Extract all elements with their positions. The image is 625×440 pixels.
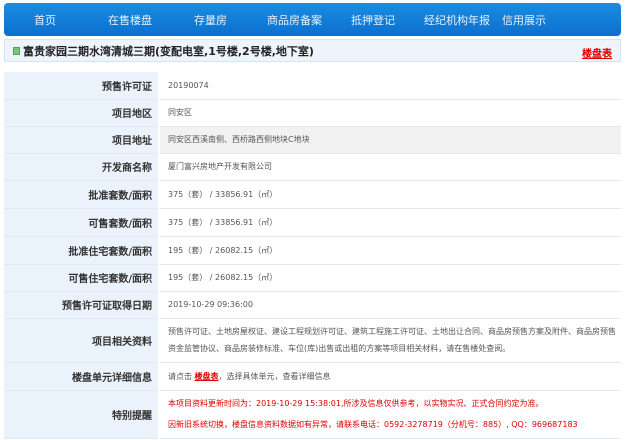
label: 特别提醒 bbox=[4, 390, 160, 439]
building-table-link[interactable]: 楼盘表 bbox=[582, 45, 612, 60]
label: 楼盘单元详细信息 bbox=[4, 362, 160, 391]
nav-home[interactable]: 首页 bbox=[34, 12, 56, 28]
value: 195（套） / 26082.15（㎡） bbox=[159, 236, 621, 265]
value: 预售许可证、土地房屋权证、建设工程规划许可证、建筑工程施工许可证、土地出让合同、… bbox=[159, 318, 621, 363]
label: 项目地址 bbox=[4, 126, 160, 154]
value: 本项目资料更新时间为：2019-10-29 15:38:01,所涉及信息仅供参考… bbox=[159, 390, 621, 439]
text: 请点击 bbox=[168, 371, 195, 381]
value: 375（套） / 33856.91（㎡） bbox=[159, 180, 621, 209]
value: 20190074 bbox=[159, 72, 621, 100]
update-notice: 本项目资料更新时间为：2019-10-29 15:38:01,所涉及信息仅供参考… bbox=[168, 399, 544, 408]
project-info-table: 预售许可证 20190074 项目地区 同安区 项目地址 同安区西溪南侧、西桥路西侧地… bbox=[4, 72, 621, 439]
text: ，选择具体单元，查看详细信息 bbox=[218, 371, 331, 381]
nav-on-sale[interactable]: 在售楼盘 bbox=[108, 12, 152, 28]
label: 项目相关资料 bbox=[4, 318, 160, 363]
nav-mortgage[interactable]: 抵押登记 bbox=[351, 12, 395, 28]
contact-notice: 因新旧系统切换，楼盘信息资料数据如有异常，请联系电话：0592-3278719（… bbox=[168, 420, 578, 429]
label: 项目地区 bbox=[4, 99, 160, 127]
nav-stock[interactable]: 存量房 bbox=[194, 12, 227, 28]
project-title-bar: 富贵家园三期水湾清城三期(变配电室,1号楼,2号楼,地下室) 楼盘表 bbox=[4, 39, 621, 62]
value: 375（套） / 33856.91（㎡） bbox=[159, 208, 621, 237]
value: 2019-10-29 09:36:00 bbox=[159, 291, 621, 319]
label: 可售套数/面积 bbox=[4, 208, 160, 237]
building-table-link-inline[interactable]: 楼盘表 bbox=[195, 372, 219, 381]
label: 批准住宅套数/面积 bbox=[4, 236, 160, 265]
value: 厦门富兴房地产开发有限公司 bbox=[159, 153, 621, 181]
label: 可售住宅套数/面积 bbox=[4, 264, 160, 292]
value: 195（套） / 26082.15（㎡） bbox=[159, 264, 621, 292]
label: 预售许可证 bbox=[4, 72, 160, 100]
nav-credit[interactable]: 信用展示 bbox=[502, 12, 546, 28]
document-icon bbox=[13, 46, 20, 55]
value: 同安区 bbox=[159, 99, 621, 127]
label: 批准套数/面积 bbox=[4, 180, 160, 209]
main-nav: 首页 在售楼盘 存量房 商品房备案 抵押登记 经纪机构年报 信用展示 bbox=[4, 3, 621, 36]
project-title: 富贵家园三期水湾清城三期(变配电室,1号楼,2号楼,地下室) bbox=[23, 44, 314, 58]
value: 同安区西溪南侧、西桥路西侧地块C地块 bbox=[159, 126, 621, 154]
nav-agency[interactable]: 经纪机构年报 bbox=[424, 12, 490, 28]
nav-filing[interactable]: 商品房备案 bbox=[267, 12, 322, 28]
label: 开发商名称 bbox=[4, 153, 160, 181]
value: 请点击 楼盘表，选择具体单元，查看详细信息 bbox=[159, 362, 621, 391]
label: 预售许可证取得日期 bbox=[4, 291, 160, 319]
